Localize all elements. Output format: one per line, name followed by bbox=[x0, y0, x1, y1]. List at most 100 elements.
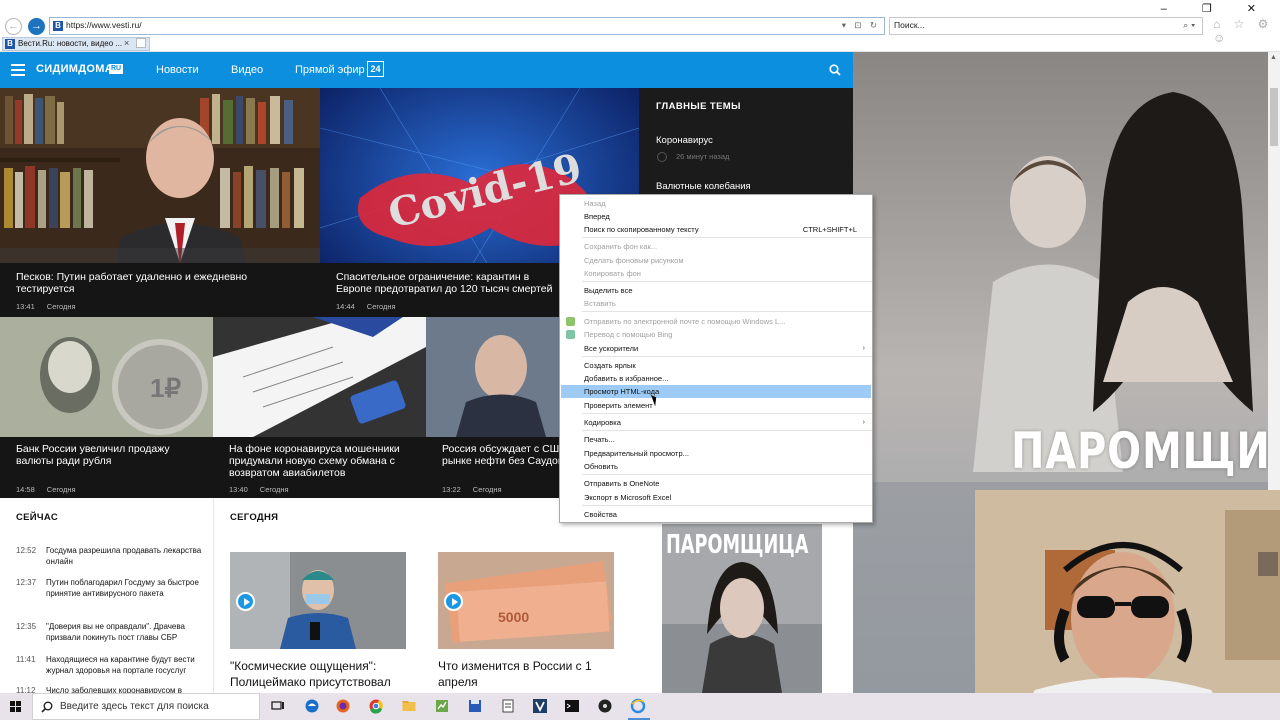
now-item-text[interactable]: "Доверия вы не оправдали". Драчева призв… bbox=[46, 621, 204, 643]
menu-item-label: Все ускорители bbox=[584, 344, 639, 353]
video-card-title[interactable]: "Космические ощущения": Полицеймако прис… bbox=[230, 658, 406, 690]
play-icon[interactable] bbox=[236, 592, 255, 611]
file-explorer-icon[interactable] bbox=[401, 698, 417, 714]
chart-app-icon[interactable] bbox=[434, 698, 450, 714]
firefox-icon[interactable] bbox=[335, 698, 351, 714]
back-button[interactable]: ← bbox=[5, 18, 22, 35]
menu-item-encoding[interactable]: Кодировка › bbox=[561, 416, 871, 429]
tab-title[interactable]: Вести.Ru: новости, видео ... bbox=[18, 39, 122, 48]
now-item-text[interactable]: Госдума разрешила продавать лекарства он… bbox=[46, 545, 204, 567]
new-tab-button[interactable] bbox=[136, 38, 146, 48]
play-icon[interactable] bbox=[444, 592, 463, 611]
window-controls[interactable]: – ❐ ✕ bbox=[1161, 2, 1272, 15]
menu-item-refresh[interactable]: Обновить bbox=[561, 460, 871, 473]
terminal-icon[interactable] bbox=[564, 698, 580, 714]
svg-text:1₽: 1₽ bbox=[150, 373, 181, 403]
search-icon[interactable]: ⌕▾ bbox=[1183, 20, 1198, 31]
now-item-text[interactable]: Находящиеся на карантине будут вести жур… bbox=[46, 654, 204, 676]
menu-item-onenote[interactable]: Отправить в OneNote bbox=[561, 477, 871, 490]
menu-separator bbox=[582, 237, 872, 238]
video-card-image[interactable] bbox=[230, 552, 406, 649]
tile-caption[interactable]: На фоне коронавируса мошенники придумали… bbox=[229, 443, 414, 479]
address-bar[interactable]: B https://www.vesti.ru/ ▾ ⊡ ↻ bbox=[49, 17, 885, 35]
browser-tab-active[interactable]: B Вести.Ru: новости, видео ... × bbox=[2, 37, 150, 51]
search-icon[interactable] bbox=[829, 64, 841, 76]
menu-item-paste: Вставить bbox=[584, 299, 616, 308]
now-section: СЕЙЧАС 12:52 Госдума разрешила продавать… bbox=[0, 498, 213, 695]
menu-item-forward[interactable]: Вперед bbox=[561, 210, 871, 223]
tile-time: 14:44 bbox=[336, 302, 355, 311]
hamburger-menu-icon[interactable] bbox=[11, 64, 25, 76]
address-url[interactable]: https://www.vesti.ru/ bbox=[66, 20, 142, 30]
browser-search-box[interactable]: Поиск... ⌕▾ bbox=[889, 17, 1203, 35]
tab-close-icon[interactable]: × bbox=[124, 38, 129, 48]
nav-live[interactable]: Прямой эфир bbox=[295, 64, 365, 76]
task-view-icon[interactable] bbox=[270, 698, 286, 714]
taskbar-search-placeholder[interactable]: Введите здесь текст для поиска bbox=[60, 701, 209, 712]
menu-item-view-source[interactable]: Просмотр HTML-кода bbox=[561, 385, 871, 398]
windows-start-icon[interactable] bbox=[0, 693, 32, 720]
menu-item-add-favorites[interactable]: Добавить в избранное... bbox=[561, 372, 871, 385]
now-item-text[interactable]: Путин поблагодарил Госдуму за быстрое пр… bbox=[46, 577, 204, 599]
menu-item-properties[interactable]: Свойства bbox=[561, 508, 871, 521]
menu-item-print-preview[interactable]: Предварительный просмотр... bbox=[561, 447, 871, 460]
obs-icon[interactable] bbox=[597, 698, 613, 714]
now-item-time: 11:41 bbox=[16, 655, 36, 664]
context-menu: Назад Вперед Поиск по скопированному тек… bbox=[559, 194, 873, 523]
chrome-icon[interactable] bbox=[368, 698, 384, 714]
theme-item-coronavirus[interactable]: Коронавирус bbox=[656, 135, 713, 146]
menu-item-label: Отправить по электронной почте с помощью… bbox=[584, 317, 786, 326]
video-card-image[interactable]: 5000 bbox=[438, 552, 614, 649]
news-tile-peskov[interactable]: Песков: Путин работает удаленно и ежедне… bbox=[0, 88, 320, 317]
now-title: СЕЙЧАС bbox=[16, 512, 58, 523]
money-photo: 5000 bbox=[438, 552, 614, 649]
nav-news[interactable]: Новости bbox=[156, 64, 199, 76]
save-disk-icon[interactable] bbox=[467, 698, 483, 714]
video-card-title[interactable]: Что изменится в России с 1 апреля bbox=[438, 658, 614, 690]
surgeon-photo bbox=[230, 552, 406, 649]
menu-item-print[interactable]: Печать... bbox=[561, 433, 871, 446]
tile-caption[interactable]: Банк России увеличил продажу валюты ради… bbox=[16, 443, 206, 467]
live-24-badge[interactable]: 24 bbox=[367, 61, 384, 77]
edge-browser-icon[interactable] bbox=[304, 698, 320, 714]
site-favicon-icon: B bbox=[53, 21, 63, 31]
menu-item-label: Поиск по скопированному тексту bbox=[584, 225, 699, 234]
webcam-image bbox=[975, 490, 1280, 720]
today-section: СЕГОДНЯ "Космические ощущения": Полицейм… bbox=[213, 498, 630, 693]
nav-video[interactable]: Видео bbox=[231, 64, 263, 76]
tile-time: 13:22 bbox=[442, 485, 461, 494]
taskbar-search-box[interactable]: Введите здесь текст для поиска bbox=[32, 693, 260, 720]
scroll-up-icon[interactable]: ▲ bbox=[1270, 54, 1278, 62]
site-logo[interactable]: СИДИМДОМА bbox=[36, 63, 113, 75]
tile-date: Сегодня bbox=[46, 485, 76, 494]
menu-separator bbox=[582, 311, 872, 312]
tile-time: 13:41 bbox=[16, 302, 35, 311]
news-tile-airline[interactable]: На фоне коронавируса мошенники придумали… bbox=[213, 317, 426, 498]
menu-item-create-shortcut[interactable]: Создать ярлык bbox=[561, 359, 871, 372]
news-tile-bank[interactable]: 1₽ Банк России увеличил продажу валюты р… bbox=[0, 317, 213, 498]
tile-meta: 13:40 Сегодня bbox=[229, 485, 289, 494]
theme-item-currency[interactable]: Валютные колебания bbox=[656, 181, 751, 192]
menu-item-select-all[interactable]: Выделить все bbox=[561, 284, 871, 297]
command-icons[interactable]: ⌂ ☆ ⚙ ☺ bbox=[1213, 17, 1280, 45]
internet-explorer-icon[interactable] bbox=[630, 698, 646, 714]
webcam-overlay bbox=[975, 490, 1280, 720]
advert-small-title: ПАРОМЩИЦА bbox=[666, 530, 809, 560]
address-tools-icons[interactable]: ▾ ⊡ ↻ bbox=[842, 20, 880, 31]
now-item-time: 12:35 bbox=[16, 622, 37, 631]
scrollbar-thumb[interactable] bbox=[1270, 88, 1278, 146]
menu-item-search-copied[interactable]: Поиск по скопированному тексту CTRL+SHIFT… bbox=[561, 223, 871, 236]
menu-item-inspect[interactable]: Проверить элемент bbox=[561, 399, 871, 412]
menu-item-accelerators[interactable]: Все ускорители › bbox=[561, 342, 871, 355]
menu-item-excel[interactable]: Экспорт в Microsoft Excel bbox=[561, 491, 871, 504]
advert-banner-small[interactable]: ПАРОМЩИЦА bbox=[662, 524, 822, 693]
forward-button[interactable]: → bbox=[28, 18, 45, 35]
windows-taskbar: Введите здесь текст для поиска bbox=[0, 693, 1280, 720]
menu-item-copy-bg: Копировать фон bbox=[584, 269, 641, 278]
menu-item-label: Кодировка bbox=[584, 418, 621, 427]
notepad-icon[interactable] bbox=[500, 698, 516, 714]
visual-studio-icon[interactable] bbox=[532, 698, 548, 714]
tile-caption[interactable]: Песков: Путин работает удаленно и ежедне… bbox=[16, 271, 306, 295]
tile-caption[interactable]: Спасительное ограничение: карантин в Евр… bbox=[336, 271, 561, 295]
browser-search-placeholder[interactable]: Поиск... bbox=[894, 20, 925, 30]
